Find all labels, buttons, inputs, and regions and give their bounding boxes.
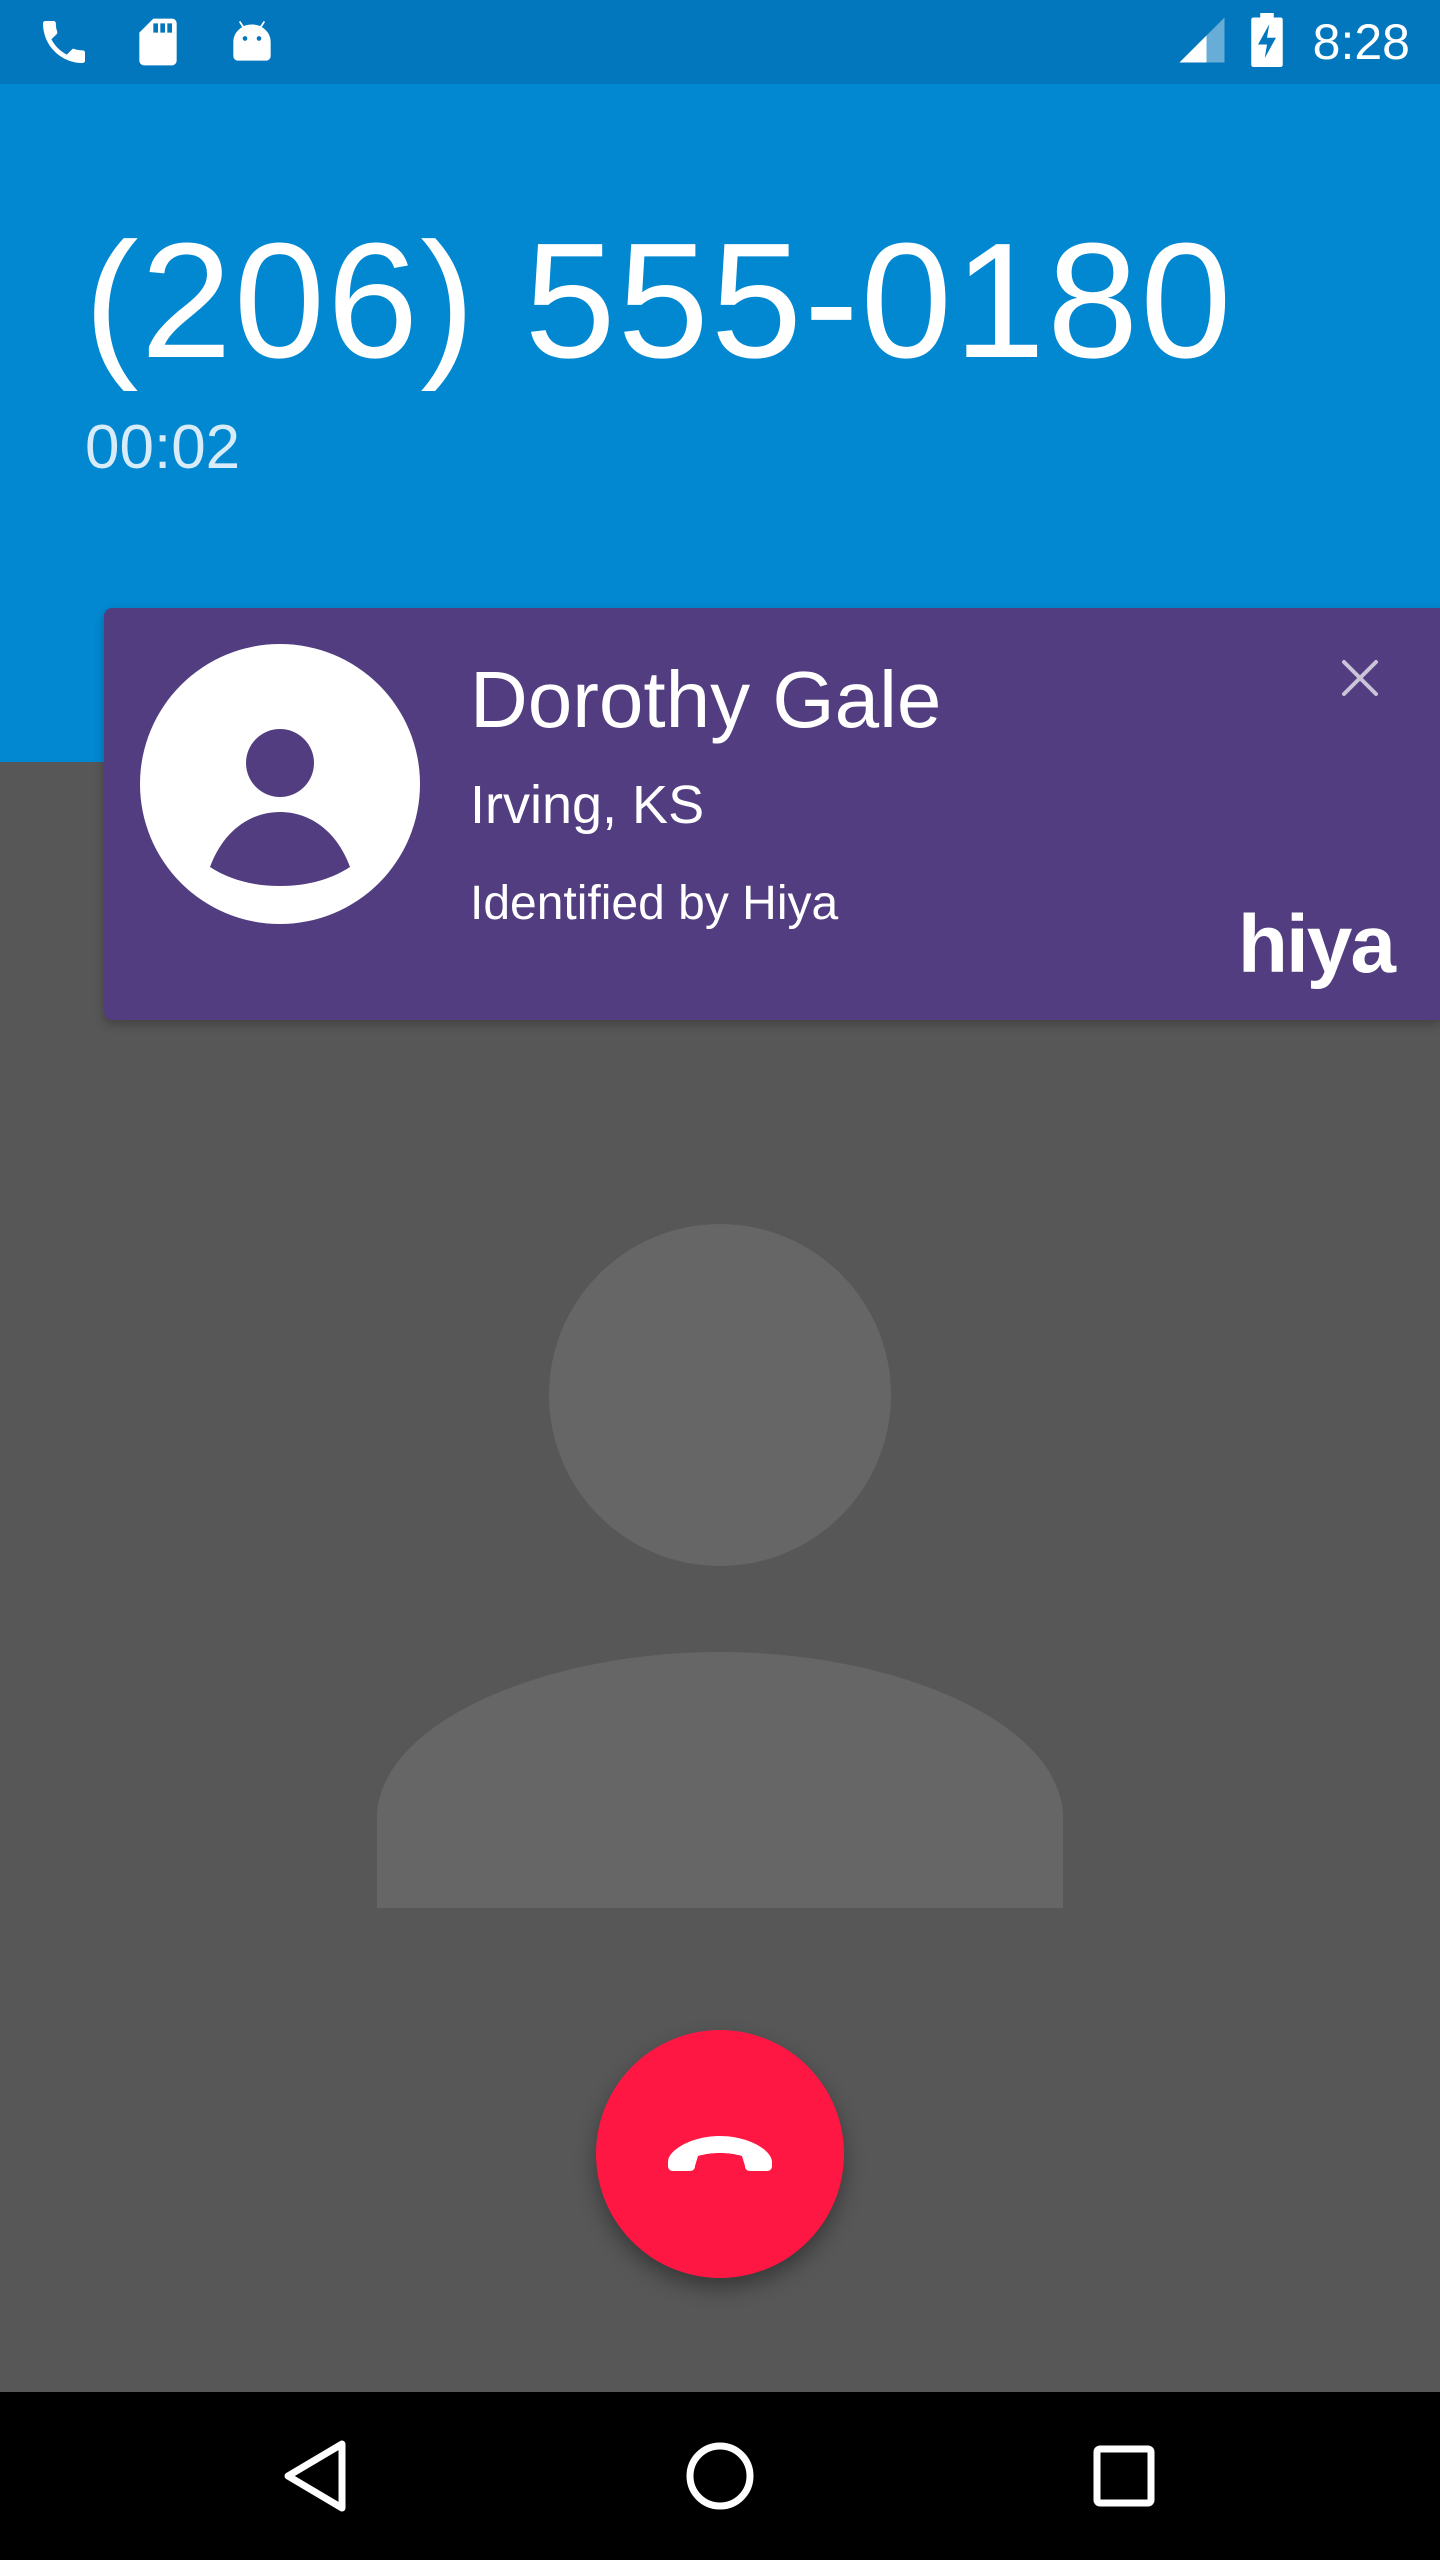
caller-name: Dorothy Gale	[470, 655, 942, 744]
caller-id-card[interactable]: Dorothy Gale Irving, KS Identified by Hi…	[104, 608, 1440, 1020]
close-card-button[interactable]	[1330, 648, 1390, 708]
end-call-button[interactable]	[596, 2030, 844, 2278]
end-call-icon	[668, 2136, 772, 2171]
caller-location: Irving, KS	[470, 775, 705, 835]
sd-card-icon	[130, 14, 186, 70]
navigation-bar	[0, 2392, 1440, 2560]
back-button[interactable]	[266, 2426, 366, 2526]
phone-icon	[36, 14, 92, 70]
contact-avatar-icon	[140, 644, 420, 924]
close-icon	[1342, 660, 1378, 696]
call-timer: 00:02	[85, 413, 241, 482]
home-icon	[686, 2442, 754, 2510]
home-button[interactable]	[670, 2426, 770, 2526]
status-bar: 8:28	[0, 0, 1440, 84]
status-time: 8:28	[1312, 14, 1410, 70]
back-icon	[284, 2440, 346, 2512]
recents-button[interactable]	[1074, 2426, 1174, 2526]
in-call-screen: 8:28 (206) 555-0180 00:02 Dorothy Gale I…	[0, 0, 1440, 2560]
identified-by-label: Identified by Hiya	[470, 877, 839, 930]
phone-number: (206) 555-0180	[84, 209, 1234, 392]
status-bar-system: 8:28	[1175, 10, 1410, 74]
cell-signal-icon	[1175, 13, 1229, 72]
recents-icon	[1093, 2445, 1155, 2507]
hiya-logo: hiya	[1237, 899, 1396, 990]
battery-charging-icon	[1247, 12, 1287, 72]
status-bar-notifications	[36, 14, 280, 70]
android-icon	[224, 14, 280, 70]
